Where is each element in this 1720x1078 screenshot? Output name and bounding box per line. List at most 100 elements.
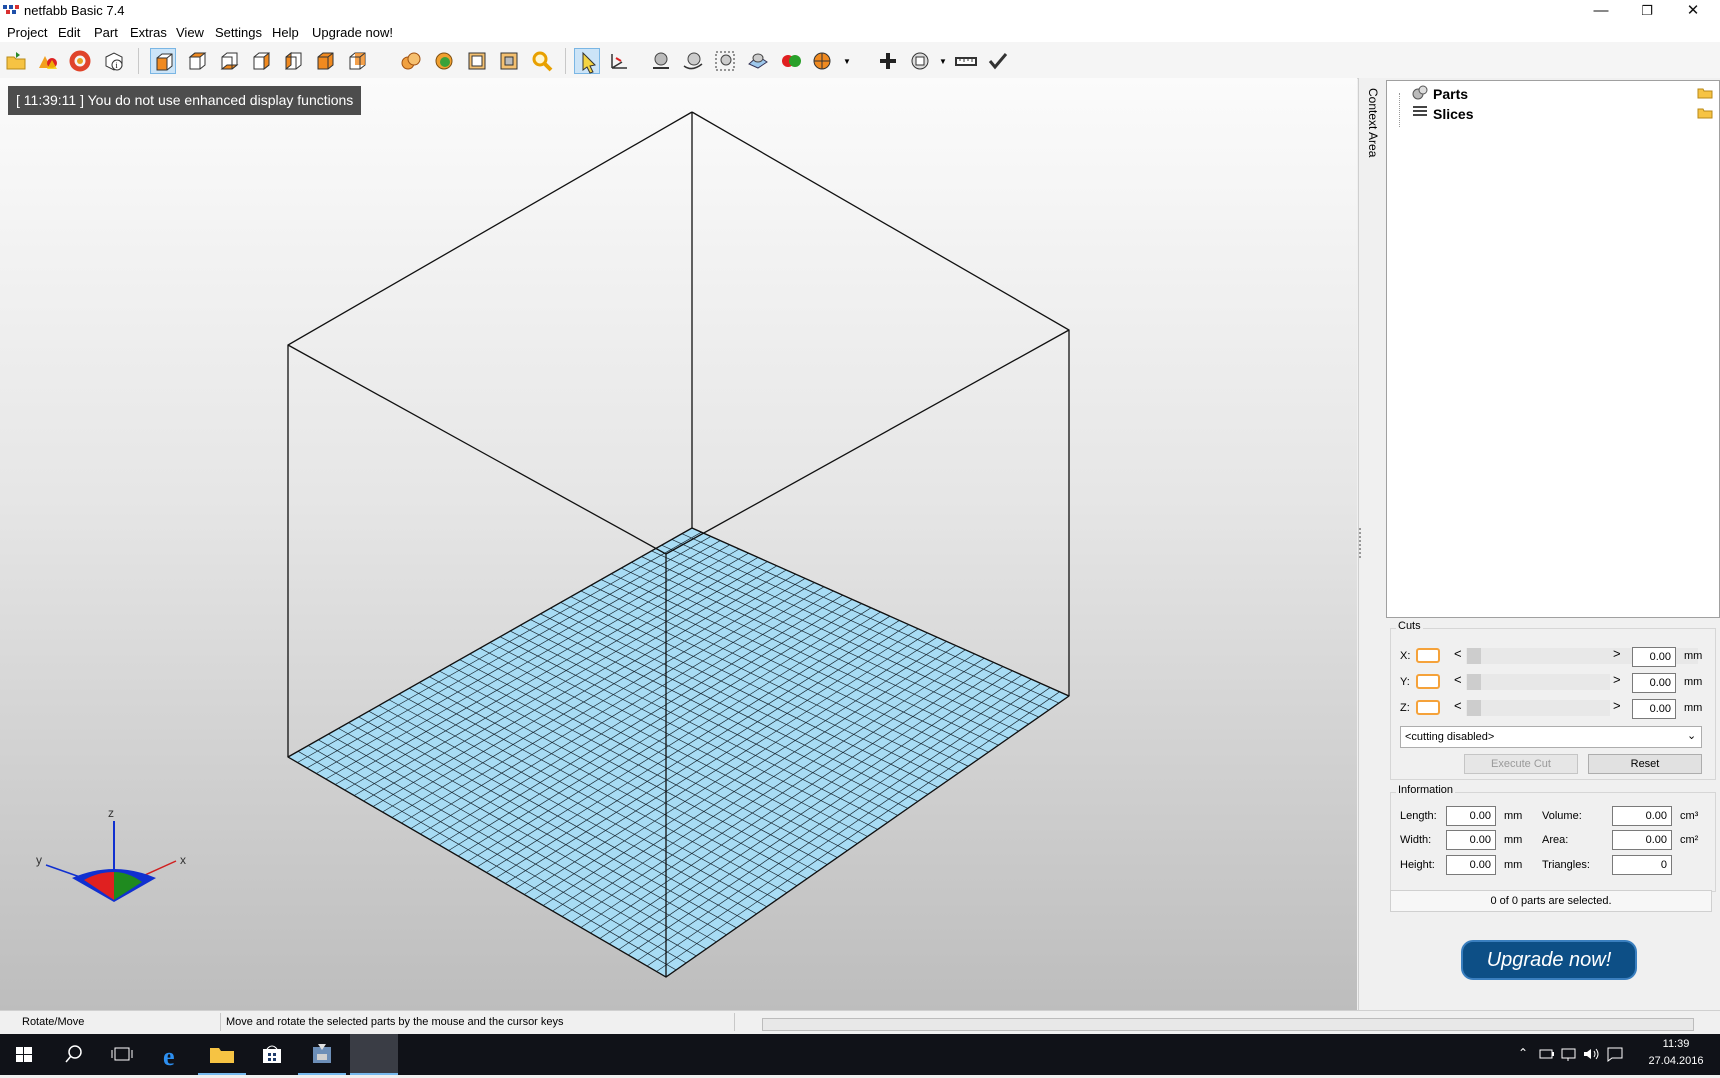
cut-z-left-arrow[interactable]: < bbox=[1454, 698, 1462, 713]
scale-part-icon[interactable] bbox=[712, 48, 738, 74]
search-button[interactable] bbox=[50, 1034, 98, 1075]
cut-x-left-arrow[interactable]: < bbox=[1454, 646, 1462, 661]
build-volume-scene[interactable] bbox=[0, 78, 1357, 1010]
add-icon[interactable] bbox=[875, 48, 901, 74]
view-right-icon[interactable] bbox=[280, 48, 306, 74]
menu-edit[interactable]: Edit bbox=[58, 25, 80, 40]
reset-button[interactable]: Reset bbox=[1588, 754, 1702, 774]
menu-part[interactable]: Part bbox=[94, 25, 118, 40]
cut-y-label: Y: bbox=[1400, 676, 1410, 688]
menu-settings[interactable]: Settings bbox=[215, 25, 262, 40]
analysis-dropdown-icon[interactable]: ▼ bbox=[843, 57, 851, 66]
zoom-icon[interactable] bbox=[529, 48, 555, 74]
close-button[interactable]: ✕ bbox=[1670, 0, 1716, 22]
cut-x-value[interactable]: 0.00 bbox=[1632, 647, 1676, 667]
status-bar: Rotate/Move Move and rotate the selected… bbox=[0, 1010, 1720, 1035]
boolean-icon[interactable] bbox=[778, 48, 804, 74]
add-part-icon[interactable] bbox=[35, 48, 61, 74]
cut-y-unit: mm bbox=[1684, 676, 1703, 688]
mirror-part-icon[interactable] bbox=[745, 48, 771, 74]
cut-y-right-arrow[interactable]: > bbox=[1613, 672, 1621, 687]
menu-view[interactable]: View bbox=[176, 25, 204, 40]
view-top-icon[interactable] bbox=[184, 48, 210, 74]
cut-x-right-arrow[interactable]: > bbox=[1613, 646, 1621, 661]
selection-status: 0 of 0 parts are selected. bbox=[1390, 890, 1712, 912]
restore-button[interactable]: ❐ bbox=[1624, 0, 1670, 22]
action-center-icon[interactable] bbox=[1606, 1046, 1624, 1062]
move-axis-icon[interactable] bbox=[606, 48, 632, 74]
battery-icon[interactable] bbox=[1538, 1046, 1556, 1062]
cut-y-color-toggle[interactable] bbox=[1416, 674, 1440, 689]
cutting-mode-select[interactable]: <cutting disabled> ⌄ bbox=[1400, 726, 1702, 748]
part-info-icon[interactable]: i bbox=[101, 48, 127, 74]
measure-dropdown-icon[interactable]: ▼ bbox=[939, 57, 947, 66]
tree-item-slices[interactable]: Slices bbox=[1433, 106, 1473, 122]
slices-icon bbox=[1413, 106, 1427, 116]
upgrade-now-button[interactable]: Upgrade now! bbox=[1461, 940, 1637, 980]
cut-y-value[interactable]: 0.00 bbox=[1632, 673, 1676, 693]
edge-browser-button[interactable]: e bbox=[148, 1034, 196, 1075]
open-project-icon[interactable] bbox=[3, 48, 29, 74]
show-hidden-icons-icon[interactable]: ⌃ bbox=[1518, 1046, 1528, 1060]
view-left-icon[interactable] bbox=[248, 48, 274, 74]
open-parts-folder-icon[interactable] bbox=[1697, 85, 1713, 99]
rotate-view-icon[interactable] bbox=[398, 48, 424, 74]
cut-z-right-arrow[interactable]: > bbox=[1613, 698, 1621, 713]
splitter-handle[interactable] bbox=[1359, 528, 1365, 558]
cut-z-color-toggle[interactable] bbox=[1416, 700, 1440, 715]
taskbar-time[interactable]: 11:39 bbox=[1636, 1038, 1716, 1050]
cut-z-slider-thumb[interactable] bbox=[1467, 700, 1481, 716]
view-bottom-icon[interactable] bbox=[216, 48, 242, 74]
execute-cut-button[interactable]: Execute Cut bbox=[1464, 754, 1578, 774]
ruler-icon[interactable] bbox=[953, 48, 979, 74]
start-button[interactable] bbox=[0, 1034, 48, 1075]
cut-z-unit: mm bbox=[1684, 702, 1703, 714]
move-part-icon[interactable] bbox=[648, 48, 674, 74]
parts-tree[interactable]: Parts Slices bbox=[1386, 80, 1720, 618]
view-front-icon[interactable] bbox=[312, 48, 338, 74]
minimize-button[interactable]: — bbox=[1578, 0, 1624, 22]
cut-y-slider[interactable] bbox=[1466, 674, 1610, 690]
length-value: 0.00 bbox=[1446, 806, 1496, 826]
zoom-all-icon[interactable] bbox=[496, 48, 522, 74]
shaded-view-icon[interactable] bbox=[431, 48, 457, 74]
menu-extras[interactable]: Extras bbox=[130, 25, 167, 40]
rotate-part-icon[interactable] bbox=[680, 48, 706, 74]
cut-z-value[interactable]: 0.00 bbox=[1632, 699, 1676, 719]
3d-viewport[interactable]: [ 11:39:11 ] You do not use enhanced dis… bbox=[0, 78, 1357, 1010]
view-iso-icon[interactable] bbox=[150, 48, 176, 74]
context-area-tab[interactable]: Context Area bbox=[1358, 78, 1387, 1010]
view-back-icon[interactable] bbox=[344, 48, 370, 74]
zoom-frame-icon[interactable] bbox=[464, 48, 490, 74]
search-icon bbox=[65, 1045, 82, 1063]
folder-icon bbox=[210, 1048, 234, 1063]
store-button[interactable] bbox=[248, 1034, 296, 1075]
cut-x-color-toggle[interactable] bbox=[1416, 648, 1440, 663]
cut-x-slider-thumb[interactable] bbox=[1467, 648, 1481, 664]
menu-help[interactable]: Help bbox=[272, 25, 299, 40]
measure-tool-icon[interactable] bbox=[907, 48, 933, 74]
taskbar-date[interactable]: 27.04.2016 bbox=[1636, 1055, 1716, 1067]
file-explorer-button[interactable] bbox=[198, 1034, 246, 1075]
menu-project[interactable]: Project bbox=[7, 25, 47, 40]
cut-y-slider-thumb[interactable] bbox=[1467, 674, 1481, 690]
cut-y-left-arrow[interactable]: < bbox=[1454, 672, 1462, 687]
menu-upgrade[interactable]: Upgrade now! bbox=[312, 25, 393, 40]
analysis-icon[interactable] bbox=[810, 48, 836, 74]
netfabb-taskbar-button[interactable] bbox=[350, 1034, 398, 1075]
menu-bar: Project Edit Part Extras View Settings H… bbox=[0, 22, 1720, 42]
apply-check-icon[interactable] bbox=[985, 48, 1011, 74]
axis-x-label: x bbox=[180, 853, 186, 867]
status-mode: Rotate/Move bbox=[22, 1016, 85, 1028]
installer-app-button[interactable] bbox=[298, 1034, 346, 1075]
toolbar: i ▼ ▼ bbox=[0, 42, 1720, 79]
select-cursor-icon[interactable] bbox=[574, 48, 600, 74]
tree-item-parts[interactable]: Parts bbox=[1433, 86, 1468, 102]
network-icon[interactable] bbox=[1560, 1046, 1578, 1062]
open-slices-folder-icon[interactable] bbox=[1697, 105, 1713, 119]
area-label: Area: bbox=[1542, 834, 1569, 846]
cut-z-slider[interactable] bbox=[1466, 700, 1610, 716]
volume-icon[interactable] bbox=[1582, 1046, 1602, 1062]
repair-icon[interactable] bbox=[67, 48, 93, 74]
task-view-button[interactable] bbox=[98, 1034, 146, 1075]
